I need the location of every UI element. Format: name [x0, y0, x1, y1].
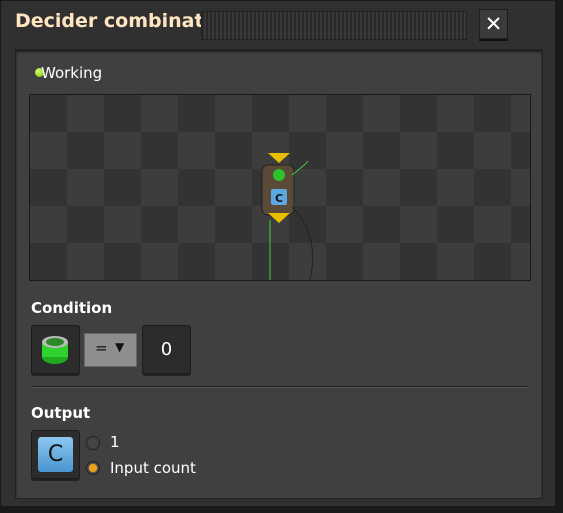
chevron-down-icon: ▼	[115, 340, 125, 354]
output-label: Output	[31, 404, 91, 422]
green-signal-icon	[42, 336, 68, 364]
condition-label: Condition	[31, 299, 113, 317]
decider-combinator-window: Decider combinator ✕ Working C Condition…	[0, 0, 556, 507]
status-text: Working	[41, 64, 103, 82]
output-signal-letter: C	[47, 442, 64, 467]
close-button[interactable]: ✕	[479, 9, 508, 39]
comparator-value: =	[95, 339, 108, 357]
output-option-one: 1	[110, 433, 120, 451]
entity-preview[interactable]: C	[29, 94, 531, 281]
window-title: Decider combinator	[15, 10, 226, 32]
divider	[31, 386, 529, 388]
constant-value: 0	[160, 339, 173, 360]
first-signal-slot[interactable]	[31, 325, 80, 374]
radio-input-count[interactable]	[86, 461, 100, 475]
output-option-input-count: Input count	[110, 459, 196, 477]
signal-c-icon: C	[38, 437, 73, 472]
constant-slot[interactable]: 0	[142, 325, 191, 374]
radio-output-one[interactable]	[86, 436, 100, 450]
close-icon: ✕	[484, 12, 503, 36]
output-signal-slot[interactable]: C	[31, 430, 80, 479]
comparator-dropdown[interactable]: = ▼	[84, 333, 137, 367]
svg-text:C: C	[275, 192, 283, 205]
combinator-entity-icon: C	[261, 153, 314, 281]
title-drag-handle[interactable]	[201, 11, 467, 40]
